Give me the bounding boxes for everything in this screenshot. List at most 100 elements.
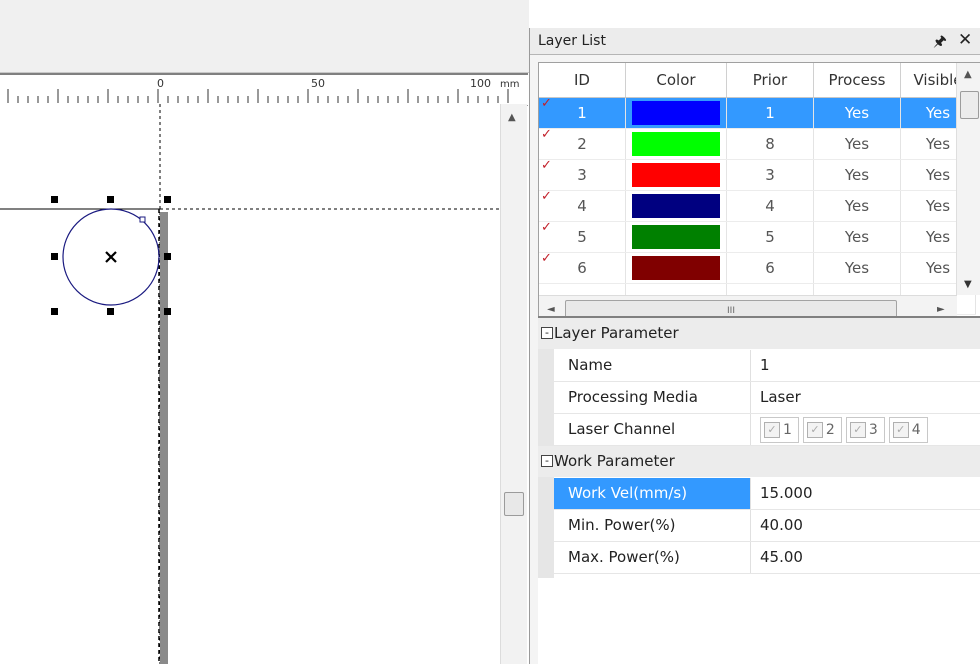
layer-id-cell[interactable]: ✓ 6: [539, 251, 626, 284]
ruler-label-0: 0: [157, 77, 164, 90]
property-min-power-row[interactable]: Min. Power(%) 40.00: [554, 510, 980, 542]
canvas-toolbar-area: [0, 0, 529, 73]
layer-id: 4: [577, 197, 587, 215]
panel-title: Layer List: [538, 33, 606, 49]
channel-label: 2: [825, 422, 835, 438]
workspace-edge: [160, 212, 168, 664]
pin-icon[interactable]: 🖈︎: [933, 31, 947, 56]
layer-color-swatch: [632, 163, 720, 187]
layer-row[interactable]: ✓ 3 3 Yes Yes: [539, 158, 976, 191]
collapse-toggle-icon[interactable]: -: [541, 455, 553, 467]
layer-process-cell[interactable]: Yes: [813, 128, 901, 160]
category-work-parameter[interactable]: - Work Parameter: [538, 446, 980, 477]
col-header-process[interactable]: Process: [813, 63, 901, 98]
scroll-right-arrow-icon[interactable]: ►: [937, 304, 945, 315]
layer-id-cell[interactable]: ✓ 3: [539, 158, 626, 191]
checkmark-icon: ✓: [892, 422, 909, 438]
handle-bottom-right[interactable]: [164, 308, 171, 315]
layer-prior-cell[interactable]: 5: [726, 221, 814, 253]
col-header-id[interactable]: ID: [539, 63, 626, 98]
property-name-row[interactable]: Name 1: [554, 350, 980, 382]
ruler-unit: mm: [500, 79, 520, 90]
layer-row[interactable]: ✓ 4 4 Yes Yes: [539, 189, 976, 222]
property-label: Processing Media: [554, 382, 751, 413]
property-work-vel-row[interactable]: Work Vel(mm/s) 15.000: [554, 478, 980, 510]
layer-id-cell[interactable]: ✓ 5: [539, 220, 626, 253]
layer-color-cell[interactable]: [625, 221, 727, 253]
layer-id-cell[interactable]: ✓ 4: [539, 189, 626, 222]
drawing-canvas[interactable]: [0, 104, 500, 664]
layer-process-cell[interactable]: Yes: [813, 190, 901, 222]
layer-process-cell[interactable]: Yes: [813, 252, 901, 284]
layer-prior-cell[interactable]: 4: [726, 190, 814, 222]
layer-prior-cell[interactable]: 3: [726, 159, 814, 191]
layer-id: 1: [577, 104, 587, 122]
layer-color-cell[interactable]: [625, 190, 727, 222]
col-header-prior[interactable]: Prior: [726, 63, 814, 98]
layer-row[interactable]: ✓ 5 5 Yes Yes: [539, 220, 976, 253]
layer-check-icon: ✓: [541, 127, 552, 142]
close-icon[interactable]: ✕: [958, 30, 972, 50]
scroll-up-arrow-icon[interactable]: ▲: [964, 69, 972, 80]
channel-4-checkbox[interactable]: ✓ 4: [888, 417, 928, 443]
layer-color-cell[interactable]: [625, 252, 727, 284]
max-power-value[interactable]: 45.00: [760, 542, 803, 573]
work-vel-value[interactable]: 15.000: [760, 478, 813, 509]
layer-prior-cell[interactable]: 1: [726, 97, 814, 129]
channel-label: 1: [783, 422, 792, 438]
layer-prior-cell[interactable]: 8: [726, 128, 814, 160]
layer-prior-cell[interactable]: 6: [726, 252, 814, 284]
property-channel-row[interactable]: Laser Channel ✓ 1 ✓ 2 ✓ 3 ✓ 4: [554, 414, 980, 446]
layer-process-cell[interactable]: Yes: [813, 97, 901, 129]
scroll-up-arrow-icon[interactable]: ▲: [508, 112, 516, 123]
layer-table-vscrollbar[interactable]: ▲ ▼: [956, 63, 980, 295]
handle-top-mid[interactable]: [107, 196, 114, 203]
layer-id-cell[interactable]: ✓ 2: [539, 127, 626, 160]
property-media-row[interactable]: Processing Media Laser: [554, 382, 980, 414]
handle-bottom-mid[interactable]: [107, 308, 114, 315]
layer-color-cell[interactable]: [625, 128, 727, 160]
property-label: Name: [554, 350, 751, 381]
layer-id: 2: [577, 135, 587, 153]
layer-table-vscroll-thumb[interactable]: [960, 91, 979, 119]
channel-label: 3: [868, 422, 878, 438]
canvas-scroll-thumb[interactable]: [504, 492, 524, 516]
layer-check-icon: ✓: [541, 220, 552, 235]
layer-check-icon: ✓: [541, 158, 552, 173]
handle-top-right[interactable]: [164, 196, 171, 203]
property-grid: - Layer Parameter Name 1 Processing Medi…: [538, 316, 980, 666]
layer-color-cell[interactable]: [625, 159, 727, 191]
layer-color-swatch: [632, 101, 720, 125]
col-header-color[interactable]: Color: [625, 63, 727, 98]
category-label: Work Parameter: [554, 452, 675, 470]
layer-color-swatch: [632, 256, 720, 280]
layer-row[interactable]: ✓ 2 8 Yes Yes: [539, 127, 976, 160]
handle-bottom-left[interactable]: [51, 308, 58, 315]
layer-row[interactable]: ✓ 1 1 Yes Yes: [539, 96, 976, 129]
handle-top-left[interactable]: [51, 196, 58, 203]
channel-3-checkbox[interactable]: ✓ 3: [845, 417, 885, 443]
canvas-vertical-scrollbar[interactable]: ▲: [500, 104, 527, 664]
category-layer-parameter[interactable]: - Layer Parameter: [538, 318, 980, 349]
layer-process-cell[interactable]: Yes: [813, 159, 901, 191]
layer-table-container: ID Color Prior Process Visible ✓ 1 1 Yes Yes…: [538, 62, 980, 328]
channel-label: 4: [911, 422, 921, 438]
scroll-left-arrow-icon[interactable]: ◄: [547, 304, 555, 315]
min-power-value[interactable]: 40.00: [760, 510, 803, 541]
media-value[interactable]: Laser: [760, 382, 801, 413]
handle-mid-right[interactable]: [164, 253, 171, 260]
layer-id: 5: [577, 228, 587, 246]
scroll-down-arrow-icon[interactable]: ▼: [964, 279, 972, 290]
handle-mid-left[interactable]: [51, 253, 58, 260]
channel-2-checkbox[interactable]: ✓ 2: [802, 417, 842, 443]
property-max-power-row[interactable]: Max. Power(%) 45.00: [554, 542, 980, 574]
name-value[interactable]: 1: [760, 350, 770, 381]
layer-process-cell[interactable]: Yes: [813, 221, 901, 253]
property-label: Laser Channel: [554, 414, 751, 445]
layer-color-cell[interactable]: [625, 97, 727, 129]
start-point-marker: [139, 216, 146, 223]
layer-row[interactable]: ✓ 6 6 Yes Yes: [539, 251, 976, 284]
layer-id-cell[interactable]: ✓ 1: [539, 96, 626, 129]
collapse-toggle-icon[interactable]: -: [541, 327, 553, 339]
channel-1-checkbox[interactable]: ✓ 1: [760, 417, 799, 443]
